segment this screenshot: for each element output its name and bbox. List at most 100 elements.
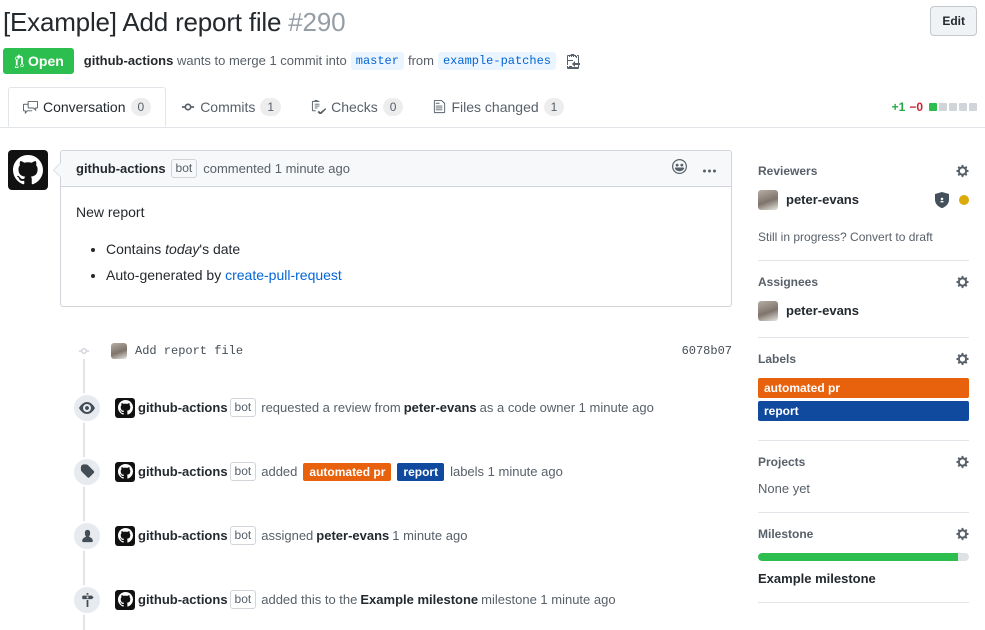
avatar[interactable]	[115, 398, 135, 418]
label-report[interactable]: report	[397, 463, 444, 481]
label-automated-pr[interactable]: automated pr	[303, 463, 391, 481]
diffstat[interactable]: +1 −0	[892, 100, 985, 114]
event-actor[interactable]: github-actions	[138, 528, 228, 543]
tab-counter: 0	[131, 98, 152, 116]
git-commit-icon	[181, 100, 195, 114]
event-actor[interactable]: github-actions	[138, 464, 228, 479]
commit-message[interactable]: Add report file	[135, 344, 243, 358]
git-pull-request-icon	[13, 54, 24, 68]
tab-conversation[interactable]: Conversation 0	[8, 87, 166, 127]
avatar[interactable]	[758, 301, 778, 321]
assignee-name[interactable]: peter-evans	[786, 303, 859, 318]
kebab-menu-icon[interactable]	[703, 161, 716, 176]
comment-header: github-actions bot commented 1 minute ag…	[61, 151, 731, 187]
gear-icon[interactable]	[956, 352, 969, 366]
reviewer-name[interactable]: peter-evans	[786, 192, 859, 207]
file-diff-icon	[433, 99, 446, 114]
gear-icon[interactable]	[956, 275, 969, 289]
avatar[interactable]	[115, 462, 135, 482]
italic-text: today	[165, 241, 199, 257]
event-actor[interactable]: github-actions	[138, 592, 228, 607]
convert-to-draft-note: Still in progress? Convert to draft	[758, 230, 969, 244]
bot-badge: bot	[230, 526, 257, 545]
comment-box: github-actions bot commented 1 minute ag…	[60, 150, 732, 307]
bot-badge: bot	[230, 462, 257, 481]
edit-button[interactable]: Edit	[930, 6, 977, 36]
event-actor[interactable]: github-actions	[138, 400, 228, 415]
commit-sha[interactable]: 6078b07	[682, 344, 732, 358]
add-reaction-icon[interactable]	[672, 159, 687, 177]
comment-body: New report Contains today's date Auto-ge…	[61, 187, 731, 306]
copy-branch-icon[interactable]	[566, 53, 580, 69]
milestone-title: Milestone	[758, 527, 813, 541]
comment-author[interactable]: github-actions	[76, 161, 166, 176]
from-text: from	[408, 53, 434, 68]
avatar[interactable]	[8, 150, 48, 190]
tab-counter: 1	[260, 98, 281, 116]
sidebar-section-reviewers: Reviewers peter-evans Still in progress?…	[758, 150, 969, 261]
event-reviewer[interactable]: peter-evans	[404, 400, 477, 415]
state-label: Open	[28, 53, 64, 69]
milestone-icon	[72, 585, 102, 615]
diffstat-block	[939, 103, 947, 111]
avatar[interactable]	[115, 590, 135, 610]
head-branch-chip[interactable]: example-patches	[438, 52, 556, 70]
github-logo-icon	[118, 400, 133, 415]
reviewers-title: Reviewers	[758, 164, 817, 178]
page-title: [Example] Add report file #290	[3, 6, 345, 39]
tab-label: Conversation	[43, 99, 126, 115]
pr-author[interactable]: github-actions	[84, 53, 174, 68]
base-branch-chip[interactable]: master	[351, 52, 404, 70]
merge-text: wants to merge 1 commit into	[177, 53, 347, 68]
diffstat-block	[969, 103, 977, 111]
create-pull-request-link[interactable]: create-pull-request	[225, 267, 342, 283]
projects-empty-text: None yet	[758, 481, 969, 496]
tab-files-changed[interactable]: Files changed 1	[418, 87, 579, 127]
github-logo-icon	[118, 528, 133, 543]
comment-bullet: Contains today's date	[106, 239, 716, 260]
tab-label: Files changed	[451, 99, 538, 115]
event-assignee[interactable]: peter-evans	[316, 528, 389, 543]
labels-title: Labels	[758, 352, 796, 366]
timeline-event-milestoned: github-actions bot added this to the Exa…	[8, 585, 732, 615]
timeline-event-labeled: github-actions bot added automated pr re…	[8, 457, 732, 487]
pending-review-dot	[959, 195, 969, 205]
avatar[interactable]	[111, 343, 127, 359]
timeline-event-assigned: github-actions bot assigned peter-evans …	[8, 521, 732, 551]
github-logo-icon	[118, 464, 133, 479]
eye-icon	[72, 393, 102, 423]
tab-counter: 1	[544, 98, 565, 116]
gear-icon[interactable]	[956, 164, 969, 178]
milestone-name-link[interactable]: Example milestone	[758, 571, 969, 586]
assignee-row: peter-evans	[758, 301, 969, 321]
comment-bullet: Auto-generated by create-pull-request	[106, 265, 716, 286]
pr-sidebar: Reviewers peter-evans Still in progress?…	[758, 150, 969, 615]
person-icon	[72, 521, 102, 551]
pr-description-comment: github-actions bot commented 1 minute ag…	[8, 150, 732, 307]
bot-badge: bot	[230, 398, 257, 417]
diffstat-block	[929, 103, 937, 111]
additions-count: +1	[892, 100, 906, 114]
tab-commits[interactable]: Commits 1	[166, 87, 296, 127]
tab-label: Checks	[331, 99, 378, 115]
timeline-event-review-requested: github-actions bot requested a review fr…	[8, 393, 732, 423]
timeline: Add report file 6078b07 github-actions b…	[8, 343, 732, 615]
event-milestone[interactable]: Example milestone	[360, 592, 478, 607]
gear-icon[interactable]	[956, 527, 969, 541]
convert-to-draft-link[interactable]: Convert to draft	[850, 230, 933, 244]
pr-title-text: [Example] Add report file	[3, 7, 281, 37]
comment-intro: New report	[76, 202, 716, 223]
label-report[interactable]: report	[758, 401, 969, 421]
milestone-progress-fill	[758, 553, 958, 561]
label-automated-pr[interactable]: automated pr	[758, 378, 969, 398]
avatar[interactable]	[758, 190, 778, 210]
diffstat-block	[949, 103, 957, 111]
shield-icon[interactable]	[935, 192, 949, 208]
pr-header: [Example] Add report file #290 Edit Open…	[0, 0, 985, 74]
sidebar-section-projects: Projects None yet	[758, 441, 969, 513]
gear-icon[interactable]	[956, 455, 969, 469]
open-state-badge: Open	[3, 48, 74, 74]
avatar[interactable]	[115, 526, 135, 546]
milestone-progress-bar	[758, 553, 969, 561]
tab-checks[interactable]: Checks 0	[296, 87, 418, 127]
